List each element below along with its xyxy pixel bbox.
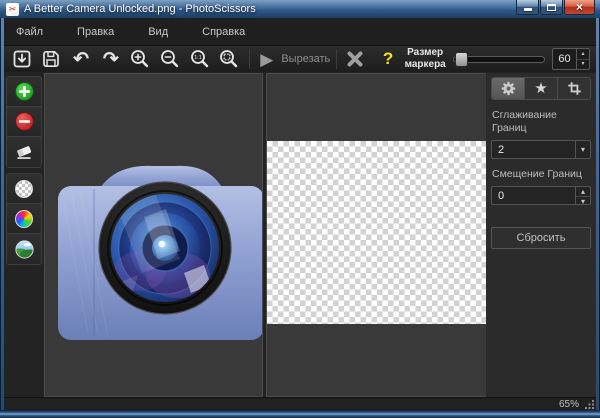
- actual-size-icon: 1:1: [189, 48, 211, 70]
- transparency-icon: [15, 180, 33, 198]
- app-logo-icon: ✂: [6, 3, 19, 16]
- minimize-icon: [524, 8, 532, 11]
- save-icon: [40, 48, 62, 70]
- toolbar: ↶ ↷: [4, 45, 596, 72]
- undo-button[interactable]: ↶: [69, 47, 93, 71]
- camera-image: [58, 163, 263, 341]
- crop-icon: [567, 81, 582, 96]
- smoothing-dropdown[interactable]: ▾: [575, 141, 590, 158]
- spin-up-button[interactable]: ▴: [576, 187, 590, 197]
- result-canvas[interactable]: [266, 73, 487, 397]
- redo-button[interactable]: ↷: [99, 47, 123, 71]
- minimize-button[interactable]: [516, 0, 539, 15]
- tab-settings[interactable]: [492, 78, 525, 99]
- close-button[interactable]: ×: [564, 0, 595, 15]
- smoothing-combobox[interactable]: 2 ▾: [491, 140, 591, 159]
- zoom-in-icon: [129, 48, 151, 70]
- marker-size-slider[interactable]: [453, 56, 545, 63]
- image-background-button[interactable]: [7, 234, 41, 264]
- fit-view-icon: [218, 48, 240, 70]
- source-canvas[interactable]: [44, 73, 263, 397]
- zoom-out-button[interactable]: [158, 47, 182, 71]
- marker-tool-group: [6, 76, 42, 168]
- actual-size-button[interactable]: 1:1: [188, 47, 212, 71]
- clear-x-icon: [345, 49, 365, 69]
- undo-icon: ↶: [73, 50, 89, 69]
- close-icon: ×: [576, 1, 583, 13]
- star-icon: ★: [534, 81, 547, 96]
- marker-size-arrows: ▴ ▾: [576, 49, 589, 69]
- marker-size-value: 60: [553, 49, 576, 69]
- app-window: ✂ A Better Camera Unlocked.png - PhotoSc…: [0, 0, 600, 418]
- zoom-out-icon: [159, 48, 181, 70]
- color-wheel-icon: [15, 210, 33, 228]
- spin-up-button[interactable]: ▴: [577, 49, 589, 60]
- landscape-icon: [15, 240, 34, 259]
- save-button[interactable]: [40, 47, 64, 71]
- toolbar-separator: [249, 49, 250, 69]
- play-icon: ▶: [260, 51, 273, 68]
- status-bar: 65%: [4, 397, 596, 410]
- maximize-button[interactable]: [540, 0, 563, 15]
- menu-view[interactable]: Вид: [148, 26, 168, 38]
- cut-button[interactable]: ▶ Вырезать: [260, 51, 330, 68]
- offset-value: 0: [492, 187, 575, 204]
- title-bar[interactable]: ✂ A Better Camera Unlocked.png - PhotoSc…: [0, 0, 600, 18]
- open-button[interactable]: [10, 47, 34, 71]
- offset-spinbox[interactable]: 0 ▴ ▾: [491, 186, 591, 205]
- offset-label: Смещение Границ: [492, 168, 590, 181]
- tab-effects[interactable]: ★: [525, 78, 558, 99]
- background-tool-group: [6, 173, 42, 265]
- menu-file[interactable]: Файл: [16, 26, 43, 38]
- window-title: A Better Camera Unlocked.png - PhotoScis…: [24, 3, 256, 15]
- smoothing-label: Сглаживание Границ: [492, 109, 590, 135]
- remove-background-tool-button[interactable]: [7, 107, 41, 137]
- zoom-level-indicator: 65%: [559, 399, 579, 410]
- fit-view-button[interactable]: [218, 47, 242, 71]
- chevron-down-icon: ▾: [576, 141, 590, 158]
- settings-tabs: ★: [491, 77, 591, 100]
- add-foreground-tool-button[interactable]: [7, 77, 41, 107]
- tool-sidebar: [6, 76, 46, 270]
- marker-size-label: Размер маркера: [403, 47, 447, 71]
- resize-grip-icon: [585, 400, 594, 409]
- settings-panel: ★ Сглаживание Границ 2 ▾ Смещение Границ: [486, 73, 596, 397]
- smoothing-value: 2: [492, 141, 575, 158]
- eraser-tool-button[interactable]: [7, 137, 41, 167]
- gear-icon: [500, 80, 517, 97]
- zoom-in-button[interactable]: [129, 47, 153, 71]
- resize-grip[interactable]: [585, 400, 594, 409]
- redo-icon: ↷: [103, 50, 119, 69]
- eraser-icon: [14, 142, 34, 162]
- transparency-checkerboard: [267, 141, 486, 324]
- menu-edit[interactable]: Правка: [77, 26, 114, 38]
- color-background-button[interactable]: [7, 204, 41, 234]
- window-bottom-border: [0, 410, 600, 418]
- app-client-area: Файл Правка Вид Справка: [4, 18, 596, 410]
- clear-markers-button[interactable]: [343, 47, 367, 71]
- green-plus-icon: [15, 82, 34, 101]
- cut-button-label: Вырезать: [281, 53, 330, 65]
- transparent-background-button[interactable]: [7, 174, 41, 204]
- offset-arrows: ▴ ▾: [575, 187, 590, 204]
- toolbar-separator: [336, 49, 337, 69]
- tab-crop[interactable]: [558, 78, 590, 99]
- svg-text:1:1: 1:1: [194, 55, 202, 61]
- spin-down-button[interactable]: ▾: [576, 197, 590, 206]
- menu-bar: Файл Правка Вид Справка: [4, 18, 596, 45]
- menu-help[interactable]: Справка: [202, 26, 245, 38]
- window-controls: ×: [515, 0, 595, 15]
- reset-button[interactable]: Сбросить: [491, 227, 591, 249]
- maximize-icon: [547, 4, 556, 11]
- marker-size-slider-handle[interactable]: [455, 52, 468, 67]
- spin-down-button[interactable]: ▾: [577, 60, 589, 70]
- help-button[interactable]: ?: [383, 49, 393, 69]
- open-icon: [11, 48, 33, 70]
- red-minus-icon: [15, 112, 34, 131]
- marker-size-spinbox[interactable]: 60 ▴ ▾: [552, 48, 590, 70]
